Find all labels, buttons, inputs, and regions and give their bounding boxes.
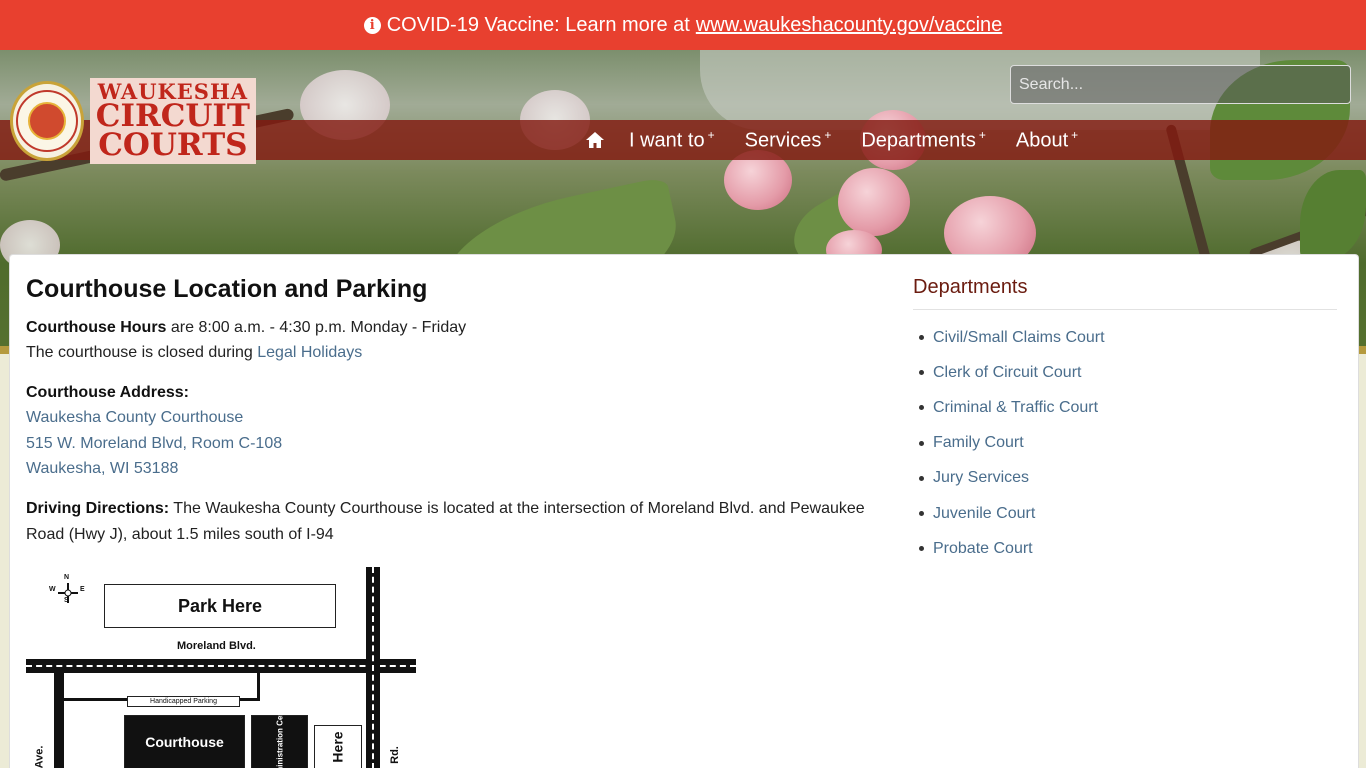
compass-e: E	[80, 586, 85, 593]
vaccine-link[interactable]: www.waukeshacounty.gov/vaccine	[696, 14, 1002, 37]
sidebar-title: Departments	[913, 273, 1337, 310]
dept-link-probate[interactable]: Probate Court	[913, 531, 1337, 566]
home-icon[interactable]	[580, 120, 610, 160]
handicapped-parking-box: Handicapped Parking	[127, 696, 240, 707]
ave-label: Ave.	[33, 745, 46, 768]
here-parking-box: Here	[314, 725, 362, 768]
dept-link-juvenile[interactable]: Juvenile Court	[913, 496, 1337, 531]
legal-holidays-link[interactable]: Legal Holidays	[257, 344, 362, 361]
address-line-2[interactable]: 515 W. Moreland Blvd, Room C-108	[26, 435, 282, 452]
nav-services[interactable]: Services +	[745, 128, 832, 153]
departments-list: Civil/Small Claims Court Clerk of Circui…	[913, 320, 1337, 566]
directions-paragraph: Driving Directions: The Waukesha County …	[26, 496, 876, 547]
administration-building: Administration Center	[251, 700, 308, 768]
dept-link-jury[interactable]: Jury Services	[913, 461, 1337, 496]
nav-about[interactable]: About +	[1016, 128, 1078, 153]
courthouse-building: Courthouse	[124, 715, 245, 768]
hours-text: are 8:00 a.m. - 4:30 p.m. Monday - Frida…	[166, 318, 467, 336]
hours-label: Courthouse Hours	[26, 318, 167, 336]
dept-link-clerk[interactable]: Clerk of Circuit Court	[913, 355, 1337, 390]
address-label: Courthouse Address:	[26, 383, 189, 401]
alert-text: COVID-19 Vaccine: Learn more at	[386, 13, 690, 36]
park-here-box: Park Here	[104, 584, 336, 628]
rd-label: Rd.	[388, 746, 401, 764]
main-content: Courthouse Location and Parking Courthou…	[26, 273, 876, 561]
page-title: Courthouse Location and Parking	[26, 275, 428, 303]
compass-w: W	[49, 586, 56, 593]
dept-link-civil[interactable]: Civil/Small Claims Court	[913, 320, 1337, 355]
logo-wordmark: WAUKESHA CIRCUIT COURTS	[89, 77, 256, 165]
nav-departments[interactable]: Departments +	[861, 128, 986, 153]
street-label: Moreland Blvd.	[177, 640, 256, 652]
compass-n: N	[64, 574, 70, 581]
parking-map: N S W E Park Here Moreland Blvd. Handica…	[26, 567, 416, 768]
court-seal-logo	[10, 81, 84, 161]
dept-link-criminal[interactable]: Criminal & Traffic Court	[913, 390, 1337, 425]
address-line-3[interactable]: Waukesha, WI 53188	[26, 460, 178, 477]
dept-link-family[interactable]: Family Court	[913, 426, 1337, 461]
hours-paragraph: Courthouse Hours are 8:00 a.m. - 4:30 p.…	[26, 315, 876, 366]
info-icon: i	[363, 16, 381, 34]
address-paragraph: Courthouse Address: Waukesha County Cour…	[26, 380, 876, 482]
main-menu: I want to + Services + Departments + About +	[580, 120, 1108, 160]
nav-i-want-to[interactable]: I want to +	[629, 128, 715, 153]
compass-s: S	[64, 597, 69, 604]
search-input[interactable]	[1010, 65, 1351, 104]
site-logo[interactable]: WAUKESHA CIRCUIT COURTS	[10, 77, 256, 165]
main-panel: Courthouse Location and Parking Courthou…	[9, 254, 1359, 768]
covid-alert-bar: i COVID-19 Vaccine: Learn more at www.wa…	[0, 0, 1366, 50]
departments-sidebar: Departments Civil/Small Claims Court Cle…	[913, 273, 1337, 566]
address-line-1[interactable]: Waukesha County Courthouse	[26, 409, 243, 426]
directions-label: Driving Directions:	[26, 500, 170, 518]
closed-text: The courthouse is closed during	[26, 344, 258, 362]
